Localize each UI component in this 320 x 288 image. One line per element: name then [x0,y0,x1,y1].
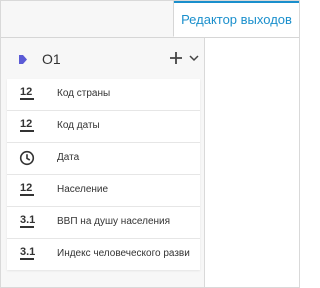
tab-strip: Редактор выходов [1,1,299,38]
decimal-type-icon: 3.1 [20,246,36,260]
list-item[interactable]: 12 Код даты [7,111,200,143]
integer-type-icon: 12 [20,86,34,100]
output-editor-window: Редактор выходов O1 12 Код страны 12 Код… [0,0,300,288]
field-label: ВВП на душу населения [57,216,171,227]
list-item[interactable]: Дата [7,143,200,175]
field-label: Население [57,184,109,195]
chevron-down-icon[interactable] [188,52,200,64]
integer-type-icon: 12 [20,182,34,196]
field-label: Код страны [57,88,111,99]
decimal-type-icon: 3.1 [20,214,36,228]
tab-output-editor[interactable]: Редактор выходов [173,1,299,37]
add-output-button[interactable] [168,50,184,66]
output-group-title: O1 [42,51,61,67]
clock-icon [19,150,35,166]
list-item[interactable]: 12 Код страны [7,79,200,111]
editor-canvas [205,38,299,287]
output-port-icon [19,55,27,64]
list-item[interactable]: 3.1 Индекс человеческого разви [7,239,200,270]
field-label: Индекс человеческого разви [57,248,190,259]
list-item[interactable]: 12 Население [7,175,200,207]
outputs-panel: O1 12 Код страны 12 Код даты Дата 12 Нас… [1,38,205,287]
field-label: Дата [57,152,80,163]
integer-type-icon: 12 [20,118,34,132]
field-label: Код даты [57,120,100,131]
output-fields-list: 12 Код страны 12 Код даты Дата 12 Населе… [7,79,200,270]
output-group-header[interactable]: O1 [1,38,204,80]
list-item[interactable]: 3.1 ВВП на душу населения [7,207,200,239]
